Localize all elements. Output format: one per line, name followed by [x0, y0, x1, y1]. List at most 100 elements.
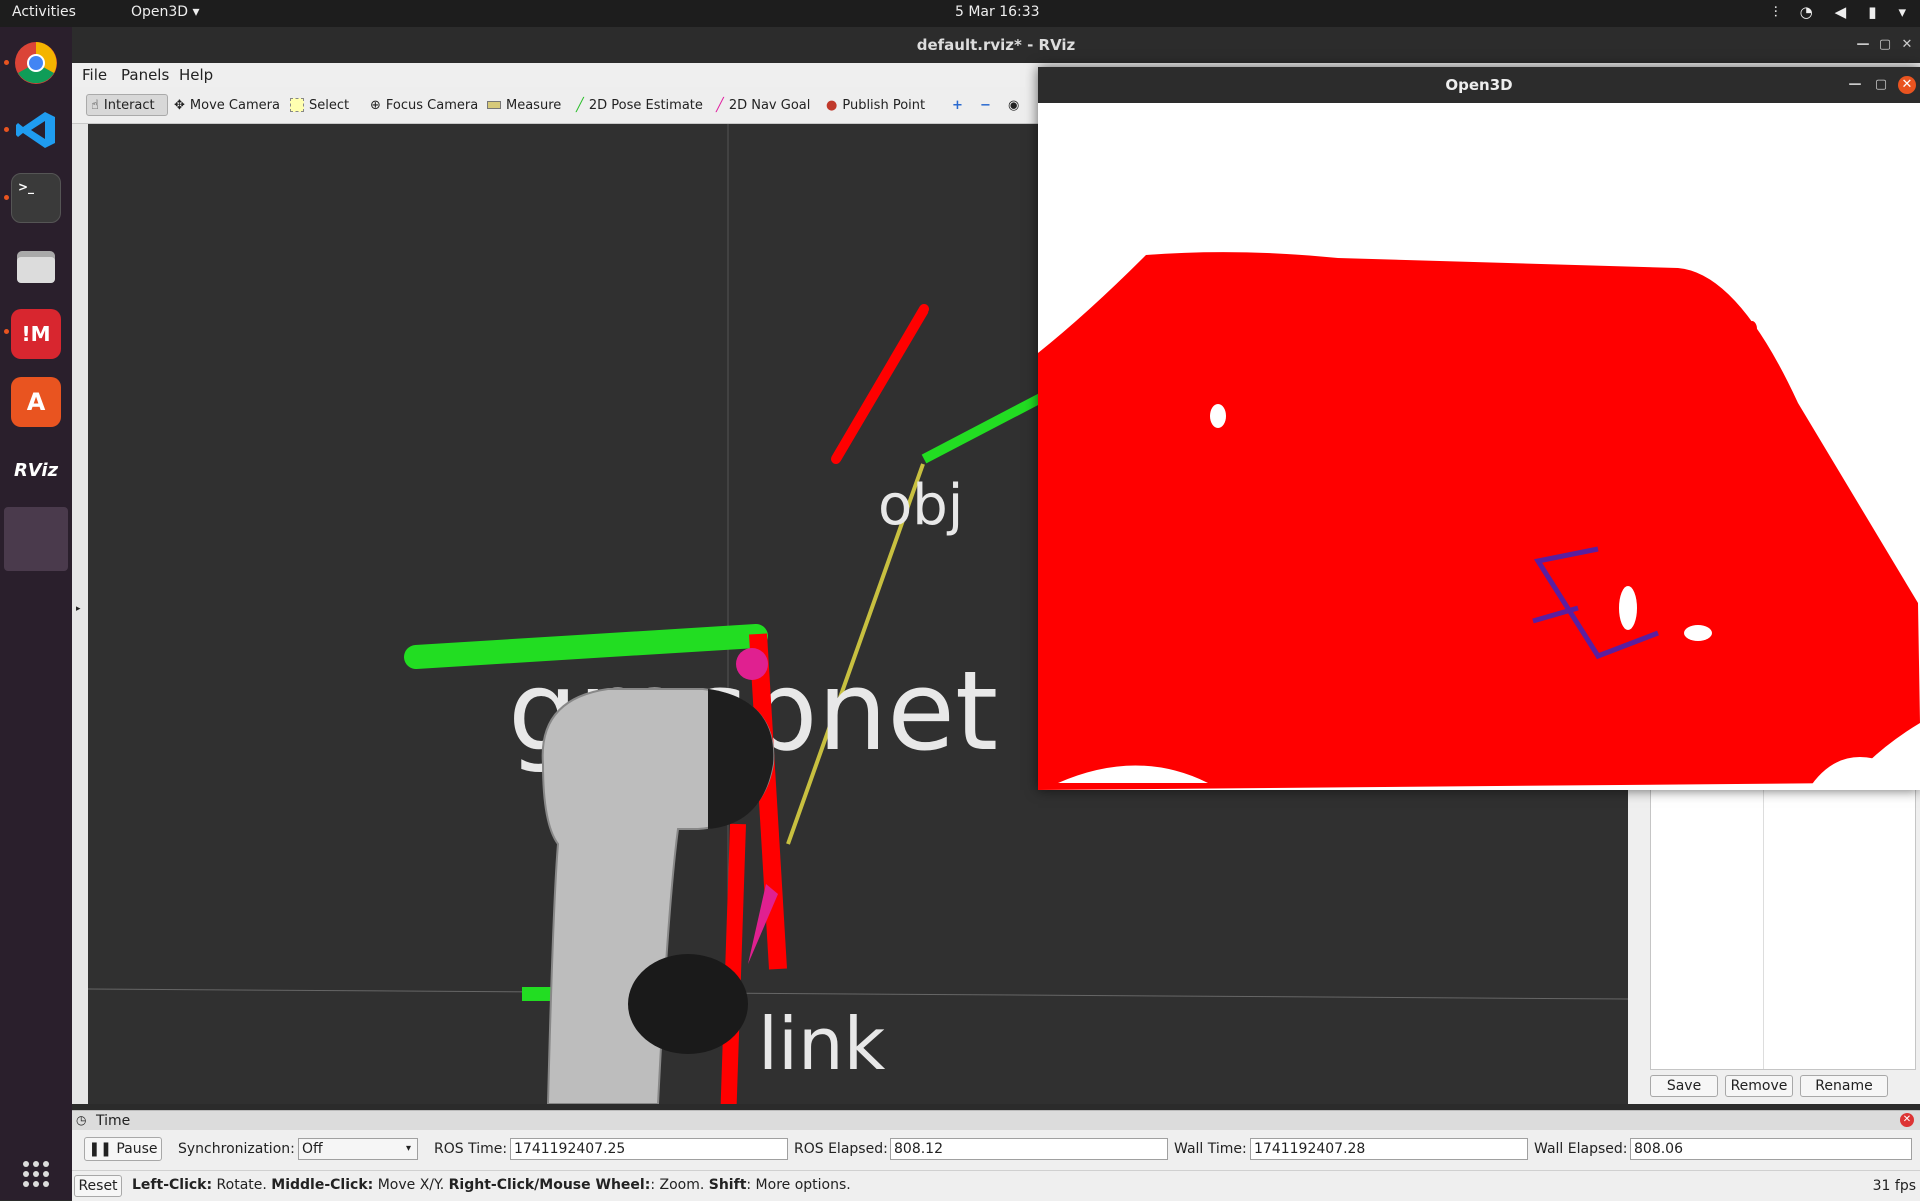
rviz-window-title: default.rviz* - RViz	[916, 36, 1076, 54]
clock[interactable]: 5 Mar 16:33	[955, 4, 1040, 20]
open3d-titlebar[interactable]: Open3D — ▢ ✕	[1038, 67, 1920, 103]
top-bar: Activities Open3D ▾ 5 Mar 16:33 ⫶ ◔ ◀ ▮ …	[0, 0, 1920, 27]
views-list[interactable]	[1650, 785, 1916, 1070]
vscode-icon[interactable]	[11, 105, 61, 155]
chrome-icon[interactable]	[11, 38, 61, 88]
focus-camera-label: Focus Camera	[385, 97, 479, 113]
link-frame-label: link	[758, 1002, 886, 1086]
rename-button[interactable]: Rename	[1800, 1075, 1888, 1097]
system-tray[interactable]: ⫶ ◔ ◀ ▮ ▾	[1774, 3, 1906, 21]
power-menu-icon[interactable]: ▾	[1898, 3, 1906, 21]
focus-camera-tool[interactable]: ⊕ Focus Camera	[366, 94, 482, 116]
running-indicator	[4, 127, 9, 132]
chevron-down-icon: ▾	[405, 1143, 411, 1154]
wifi-icon[interactable]: ◔	[1800, 3, 1813, 21]
interact-label: Interact	[103, 97, 155, 113]
move-camera-label: Move Camera	[189, 97, 280, 113]
wall-elapsed-field[interactable]: 808.06	[1630, 1138, 1912, 1160]
move-icon: ✥	[174, 97, 185, 113]
rviz-icon[interactable]: RViz	[11, 445, 61, 495]
ruler-icon	[487, 101, 501, 109]
app-menu-label: Open3D	[131, 4, 189, 20]
select-tool[interactable]: Select	[286, 94, 353, 116]
show-apps-icon[interactable]	[11, 1149, 61, 1199]
pose-estimate-label: 2D Pose Estimate	[588, 97, 703, 113]
select-label: Select	[309, 97, 350, 113]
remove-button[interactable]: Remove	[1725, 1075, 1793, 1097]
open3d-window[interactable]: Open3D — ▢ ✕	[1038, 67, 1920, 790]
map-pin-icon: ●	[826, 97, 838, 113]
hand-icon: ☝	[91, 97, 99, 113]
volume-icon[interactable]: ◀	[1835, 3, 1847, 21]
open3d-dock-icon[interactable]	[4, 507, 68, 571]
measure-label: Measure	[506, 97, 562, 113]
sync-value: Off	[302, 1141, 323, 1157]
green-arrow-icon: ╱	[576, 97, 584, 113]
sync-select[interactable]: Off ▾	[298, 1138, 418, 1160]
open3d-window-title: Open3D	[1445, 76, 1513, 94]
menu-panels[interactable]: Panels	[121, 66, 169, 84]
pause-icon: ❚❚	[88, 1141, 112, 1157]
app-menu[interactable]: Open3D ▾	[131, 4, 200, 20]
collapsed-left-panel[interactable]: ▸	[72, 124, 88, 1104]
rviz-titlebar[interactable]: default.rviz* - RViz — ▢ ✕	[72, 27, 1920, 63]
publish-point-tool[interactable]: ● Publish Point	[822, 94, 929, 116]
pause-button[interactable]: ❚❚ Pause	[84, 1137, 162, 1161]
running-indicator	[4, 195, 9, 200]
clock-icon: ◷	[76, 1113, 87, 1127]
point-cloud-view[interactable]	[1038, 103, 1920, 790]
minimize-icon[interactable]: —	[1854, 36, 1872, 54]
maximize-icon[interactable]: ▢	[1876, 36, 1894, 54]
remove-tool-button[interactable]: −	[976, 94, 995, 116]
pose-estimate-tool[interactable]: ╱ 2D Pose Estimate	[572, 94, 707, 116]
close-icon[interactable]: ✕	[1898, 36, 1916, 54]
running-indicator	[4, 60, 9, 65]
publish-point-label: Publish Point	[842, 97, 926, 113]
add-tool-button[interactable]: +	[948, 94, 967, 116]
terminal-icon[interactable]: >_	[11, 173, 61, 223]
close-panel-icon[interactable]: ✕	[1900, 1113, 1914, 1127]
wall-elapsed-label: Wall Elapsed:	[1534, 1141, 1628, 1157]
terminal-icon-label: >_	[18, 180, 35, 194]
wall-time-label: Wall Time:	[1174, 1141, 1247, 1157]
status-bar: Reset Left-Click: Rotate. Middle-Click: …	[72, 1170, 1920, 1201]
battery-icon[interactable]: ▮	[1868, 3, 1876, 21]
ros-elapsed-field[interactable]: 808.12	[890, 1138, 1168, 1160]
plus-icon: +	[952, 97, 963, 113]
pause-label: Pause	[116, 1141, 158, 1157]
interact-tool[interactable]: ☝ Interact	[86, 94, 168, 116]
eye-icon: ◉	[1008, 97, 1020, 113]
menu-help[interactable]: Help	[179, 66, 213, 84]
wall-time-field[interactable]: 1741192407.28	[1250, 1138, 1528, 1160]
menu-file[interactable]: File	[82, 66, 107, 84]
measure-tool[interactable]: Measure	[483, 94, 565, 116]
ros-time-field[interactable]: 1741192407.25	[510, 1138, 788, 1160]
nav-goal-label: 2D Nav Goal	[728, 97, 811, 113]
status-hint: Left-Click: Rotate. Middle-Click: Move X…	[132, 1177, 851, 1193]
mendeley-icon-label: !M	[21, 322, 51, 346]
expand-arrow-icon[interactable]: ▸	[76, 604, 81, 614]
time-panel: ❚❚ Pause Synchronization: Off ▾ ROS Time:…	[72, 1130, 1920, 1170]
network-icon[interactable]: ⫶	[1774, 3, 1778, 21]
dock: >_ !M A RViz	[0, 27, 72, 1200]
save-button[interactable]: Save	[1650, 1075, 1718, 1097]
mendeley-icon[interactable]: !M	[11, 309, 61, 359]
time-panel-title: Time	[96, 1113, 131, 1129]
reset-button[interactable]: Reset	[74, 1175, 122, 1197]
software-center-icon[interactable]: A	[11, 377, 61, 427]
activities-button[interactable]: Activities	[12, 4, 76, 20]
close-icon[interactable]: ✕	[1898, 76, 1916, 94]
minimize-icon[interactable]: —	[1846, 76, 1864, 94]
time-panel-header: ◷ Time ✕	[72, 1110, 1920, 1131]
select-icon	[290, 98, 304, 112]
running-indicator	[4, 329, 9, 334]
move-camera-tool[interactable]: ✥ Move Camera	[170, 94, 284, 116]
maximize-icon[interactable]: ▢	[1872, 76, 1890, 94]
rviz-icon-label: RViz	[13, 459, 59, 481]
nav-goal-tool[interactable]: ╱ 2D Nav Goal	[712, 94, 814, 116]
views-panel: Save Remove Rename	[1628, 785, 1920, 1104]
minus-icon: −	[980, 97, 991, 113]
files-icon[interactable]	[11, 241, 61, 291]
view-toggle-button[interactable]: ◉	[1004, 94, 1023, 116]
ros-elapsed-label: ROS Elapsed:	[794, 1141, 888, 1157]
